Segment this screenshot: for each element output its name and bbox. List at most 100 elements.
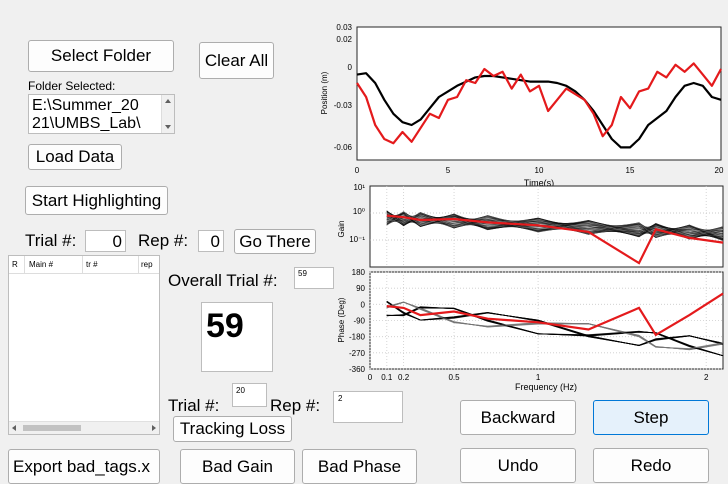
start-highlighting-button[interactable]: Start Highlighting <box>25 186 168 215</box>
phase-background-line <box>386 301 724 350</box>
phase-background-line <box>386 301 724 350</box>
table-header-r[interactable]: R <box>12 260 18 269</box>
position-xtick-label: 20 <box>715 166 724 175</box>
rep-input[interactable]: 0 <box>198 230 224 252</box>
rep-label: Rep #: <box>138 231 189 250</box>
folder-path-listbox[interactable]: E:\Summer_20 21\UMBS_Lab\ <box>28 94 175 134</box>
target-position-line <box>356 72 722 149</box>
table-header-rep[interactable]: rep <box>141 260 153 269</box>
trial-input[interactable]: 0 <box>85 230 126 252</box>
gain-background-line <box>386 211 724 238</box>
phase-background-line <box>386 301 724 350</box>
subject-position-line <box>356 62 722 145</box>
big-trial-display: 59 <box>201 302 273 372</box>
phase-background-line <box>386 306 724 357</box>
scroll-thumb[interactable] <box>23 425 81 431</box>
overall-trial-input[interactable]: 59 <box>294 267 334 289</box>
phase-background-line <box>386 300 724 347</box>
current-trial-value: 20 <box>236 386 245 395</box>
gain-ytick-label: 10¹ <box>353 183 365 192</box>
phase-xlabel: Frequency (Hz) <box>515 382 577 392</box>
position-ytick-label: -0.03 <box>334 101 353 110</box>
scroll-down-icon[interactable] <box>165 125 171 129</box>
current-trial-input[interactable]: 20 <box>232 383 267 407</box>
phase-background-line <box>386 301 724 350</box>
table-header-main[interactable]: Main # <box>29 260 53 269</box>
position-xtick-label: 15 <box>626 166 635 175</box>
gain-background-line <box>386 214 724 241</box>
gain-background-line <box>386 215 724 237</box>
gain-background-line <box>386 214 724 235</box>
gain-series <box>386 210 724 265</box>
gain-highlight-line <box>386 214 724 265</box>
step-button[interactable]: Step <box>593 400 709 435</box>
phase-xtick-label: 0.5 <box>448 373 460 382</box>
backward-button[interactable]: Backward <box>460 400 576 435</box>
load-data-button[interactable]: Load Data <box>28 144 122 170</box>
export-bad-tags-button[interactable]: Export bad_tags.x <box>8 449 160 484</box>
table-header: R Main # tr # rep <box>9 256 159 274</box>
gain-background-line <box>386 212 724 241</box>
phase-background-line <box>386 306 724 357</box>
scroll-right-icon[interactable] <box>152 425 156 431</box>
position-xtick-label: 0 <box>355 166 360 175</box>
bad-tags-table[interactable]: R Main # tr # rep <box>8 255 160 435</box>
scroll-left-icon[interactable] <box>12 425 16 431</box>
gain-background-line <box>386 212 724 240</box>
gain-background-line <box>386 213 724 239</box>
trial-label: Trial #: <box>25 231 77 250</box>
column-divider <box>24 256 25 273</box>
phase-background-line <box>386 301 724 346</box>
table-hscrollbar[interactable] <box>9 421 159 434</box>
tracking-loss-button[interactable]: Tracking Loss <box>173 416 292 442</box>
gain-background-line <box>386 211 724 238</box>
gain-background-line <box>386 210 724 238</box>
phase-background-line <box>386 300 724 347</box>
gain-ytick-label: 10⁻¹ <box>349 235 365 244</box>
gain-background-line <box>386 213 724 238</box>
phase-series <box>386 292 724 357</box>
redo-button[interactable]: Redo <box>593 448 709 483</box>
gain-background-line <box>386 212 724 238</box>
table-header-tr[interactable]: tr # <box>86 260 98 269</box>
folder-selected-label: Folder Selected: <box>28 79 116 93</box>
phase-background-line <box>386 301 724 350</box>
scroll-up-icon[interactable] <box>165 99 171 103</box>
column-divider <box>138 256 139 273</box>
phase-ytick-label: -270 <box>349 349 366 358</box>
gain-background-line <box>386 212 724 240</box>
phase-ytick-label: 0 <box>361 300 366 309</box>
phase-ylabel: Phase (Deg) <box>337 297 346 342</box>
bad-phase-button[interactable]: Bad Phase <box>302 449 417 484</box>
phase-background-line <box>386 301 724 351</box>
phase-xtick-label: 0.1 <box>381 373 393 382</box>
gain-background-line <box>386 211 724 241</box>
gain-background-line <box>386 211 724 239</box>
gain-background-line <box>386 213 724 237</box>
rep-input-value: 0 <box>210 232 220 251</box>
position-series <box>356 62 722 149</box>
position-ytick-label: -0.06 <box>334 143 353 152</box>
phase-ytick-label: 90 <box>356 284 365 293</box>
position-xtick-label: 10 <box>535 166 544 175</box>
undo-button[interactable]: Undo <box>460 448 576 483</box>
clear-all-button[interactable]: Clear All <box>199 42 274 79</box>
gain-background-line <box>386 211 724 238</box>
go-there-button[interactable]: Go There <box>234 229 316 254</box>
phase-background-line <box>386 306 724 357</box>
phase-yticks: 180 90 0 -90 -180 -270 -360 <box>349 268 366 374</box>
bad-gain-button[interactable]: Bad Gain <box>180 449 295 484</box>
phase-background-line <box>386 301 724 350</box>
current-rep-input[interactable]: 2 <box>333 391 403 423</box>
folder-scrollbar[interactable] <box>161 95 174 133</box>
select-folder-button[interactable]: Select Folder <box>28 40 174 72</box>
gain-background-line <box>386 210 724 237</box>
gain-background-line <box>386 210 724 239</box>
phase-plot-axes <box>369 271 724 370</box>
phase-background-line <box>386 300 724 347</box>
gain-background-line <box>386 212 724 237</box>
phase-background-line <box>386 306 724 357</box>
phase-background-line <box>386 301 724 350</box>
phase-background-line <box>386 301 724 346</box>
gain-background-line <box>386 212 724 239</box>
